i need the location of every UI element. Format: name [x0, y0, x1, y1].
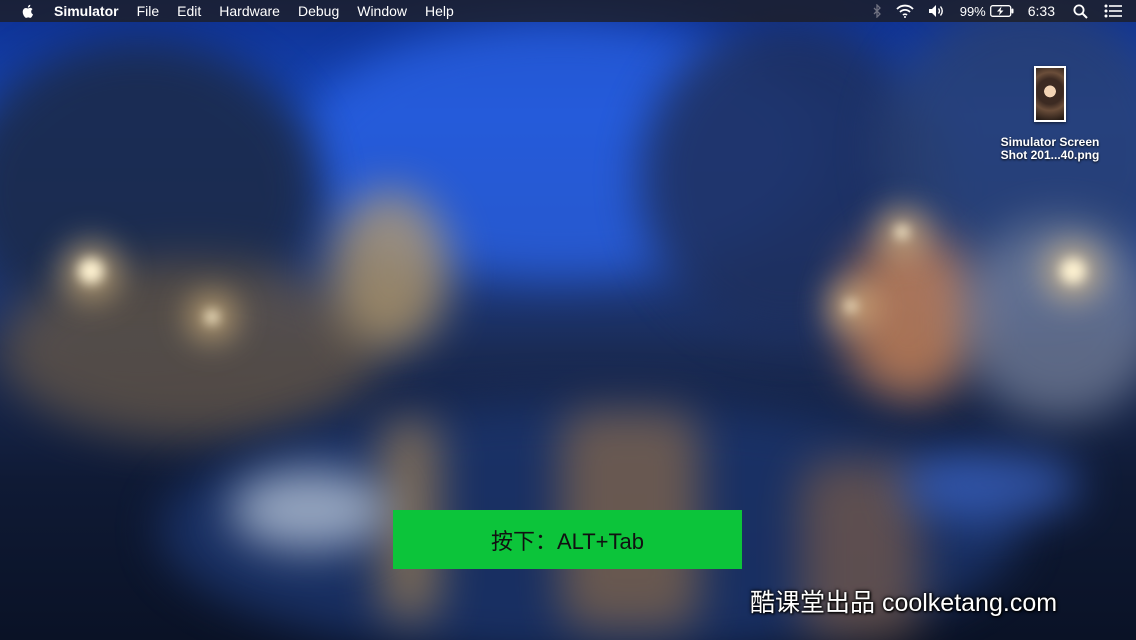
menu-hardware[interactable]: Hardware: [219, 3, 280, 19]
battery-percent: 99%: [959, 3, 986, 19]
file-name-label: Simulator Screen Shot 201...40.png: [1000, 135, 1100, 162]
menu-app-simulator[interactable]: Simulator: [54, 3, 119, 19]
menu-window[interactable]: Window: [357, 3, 407, 19]
menu-debug[interactable]: Debug: [298, 3, 339, 19]
spotlight-search-icon[interactable]: [1073, 4, 1088, 19]
menubar-clock[interactable]: 6:33: [1028, 3, 1055, 19]
apple-menu-icon[interactable]: [20, 3, 36, 19]
battery-charging-icon[interactable]: [989, 5, 1014, 17]
instruction-banner: 按下：ALT+Tab: [393, 510, 742, 569]
watermark: 酷课堂出品 coolketang.com: [750, 589, 1058, 617]
notification-center-icon[interactable]: [1104, 4, 1122, 18]
menu-edit[interactable]: Edit: [177, 3, 201, 19]
menu-bar: Simulator File Edit Hardware Debug Windo…: [0, 0, 1136, 22]
desktop-file-screenshot[interactable]: Simulator Screen Shot 201...40.png: [990, 66, 1110, 162]
desktop[interactable]: Simulator File Edit Hardware Debug Windo…: [0, 0, 1136, 640]
menu-file[interactable]: File: [137, 3, 160, 19]
bluetooth-icon[interactable]: [873, 4, 882, 18]
file-thumbnail-icon[interactable]: [1034, 66, 1066, 122]
instruction-text: 按下：ALT+Tab: [490, 528, 645, 554]
status-area: 99% 6:33: [859, 3, 1122, 19]
wifi-icon[interactable]: [896, 4, 914, 18]
menu-help[interactable]: Help: [425, 3, 454, 19]
volume-icon[interactable]: [928, 4, 946, 18]
